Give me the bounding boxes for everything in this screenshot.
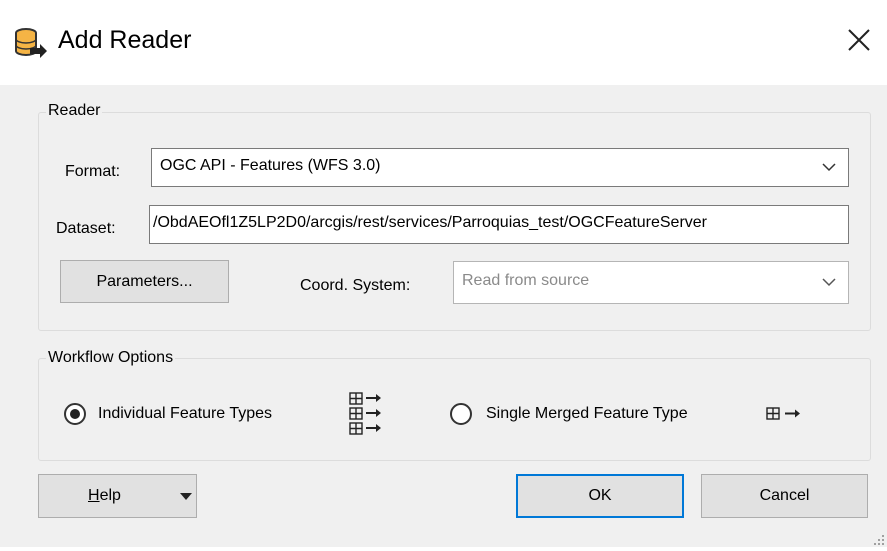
merged-feature-type-icon (765, 404, 803, 424)
radio-individual-label: Individual Feature Types (98, 405, 273, 422)
resize-grip-icon[interactable] (873, 533, 885, 545)
radio-single-merged-feature-type[interactable]: Single Merged Feature Type (450, 403, 750, 427)
help-button[interactable]: Help (38, 474, 197, 518)
parameters-button-label: Parameters... (96, 273, 193, 290)
chevron-down-icon (822, 163, 836, 172)
chevron-down-icon (822, 278, 836, 287)
dataset-label: Dataset: (56, 220, 116, 237)
format-select-value: OGC API - Features (WFS 3.0) (160, 157, 381, 174)
close-icon[interactable] (845, 26, 873, 54)
format-label: Format: (65, 163, 121, 180)
reader-group-label: Reader (46, 102, 103, 120)
coord-system-select[interactable]: Read from source (453, 261, 849, 304)
workflow-group-label: Workflow Options (46, 349, 176, 367)
caret-down-icon (180, 493, 192, 500)
radio-individual-feature-types[interactable]: Individual Feature Types (64, 403, 394, 427)
cancel-button[interactable]: Cancel (701, 474, 868, 518)
format-select[interactable]: OGC API - Features (WFS 3.0) (151, 148, 849, 187)
radio-unselected-icon (450, 403, 472, 425)
dataset-field-value: /ObdAEOfl1Z5LP2D0/arcgis/rest/services/P… (153, 214, 707, 231)
radio-selected-icon (64, 403, 86, 425)
dialog-title: Add Reader (58, 26, 192, 54)
feature-types-stack-icon (348, 391, 384, 437)
coord-system-label: Coord. System: (300, 277, 411, 294)
database-add-icon (12, 26, 48, 62)
title-bar: Add Reader (0, 0, 887, 85)
ok-button-label: OK (588, 487, 612, 504)
radio-merged-label: Single Merged Feature Type (486, 405, 688, 422)
parameters-button[interactable]: Parameters... (60, 260, 229, 303)
help-button-label: Help (88, 487, 121, 504)
ok-button[interactable]: OK (516, 474, 684, 518)
dialog-body: Reader Format: OGC API - Features (WFS 3… (0, 85, 887, 547)
dataset-field[interactable]: /ObdAEOfl1Z5LP2D0/arcgis/rest/services/P… (149, 205, 849, 244)
coord-system-value: Read from source (462, 272, 590, 289)
cancel-button-label: Cancel (759, 487, 810, 504)
